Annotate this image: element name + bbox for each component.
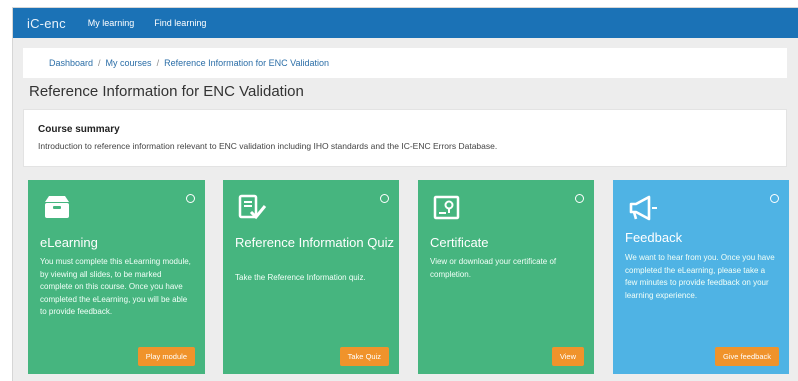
view-certificate-button[interactable]: View — [551, 347, 584, 366]
inbox-tray-icon — [42, 194, 72, 225]
brand-logo[interactable]: iC-enc — [27, 16, 66, 31]
card-elearning[interactable]: eLearning You must complete this eLearni… — [28, 180, 205, 374]
card-elearning-description: You must complete this eLearning module,… — [40, 257, 191, 316]
breadcrumb-my-courses[interactable]: My courses — [106, 58, 152, 68]
card-elearning-title: eLearning — [40, 235, 98, 250]
completion-status-icon — [380, 194, 389, 203]
card-quiz-description: Take the Reference Information quiz. — [235, 273, 366, 282]
completion-status-icon — [186, 194, 195, 203]
checklist-icon — [237, 194, 267, 227]
card-quiz[interactable]: Reference Information Quiz Take the Refe… — [223, 180, 399, 374]
breadcrumb-separator: / — [156, 58, 160, 68]
breadcrumb-dashboard[interactable]: Dashboard — [49, 58, 93, 68]
play-module-button[interactable]: Play module — [137, 347, 195, 366]
breadcrumb-separator: / — [98, 58, 101, 68]
completion-status-icon — [575, 194, 584, 203]
completion-status-icon — [770, 194, 779, 203]
page-frame: iC-enc My learning Find learning Dashboa… — [12, 7, 798, 381]
card-feedback-title: Feedback — [625, 230, 683, 245]
course-summary-text: Introduction to reference information re… — [38, 141, 498, 151]
breadcrumb: Dashboard / My courses / Reference Infor… — [23, 48, 787, 78]
card-feedback[interactable]: Feedback We want to hear from you. Once … — [613, 180, 789, 374]
megaphone-icon — [627, 194, 661, 227]
top-navbar: iC-enc My learning Find learning — [13, 8, 798, 38]
give-feedback-button[interactable]: Give feedback — [715, 347, 779, 366]
card-certificate[interactable]: Certificate View or download your certif… — [418, 180, 594, 374]
card-certificate-description: View or download your certificate of com… — [430, 257, 557, 279]
nav-my-learning[interactable]: My learning — [88, 18, 135, 28]
take-quiz-button[interactable]: Take Quiz — [339, 347, 389, 366]
certificate-icon — [432, 194, 462, 227]
card-certificate-title: Certificate — [430, 235, 489, 250]
breadcrumb-current-course[interactable]: Reference Information for ENC Validation — [164, 58, 329, 68]
card-quiz-title: Reference Information Quiz — [235, 235, 394, 250]
course-summary-heading: Course summary — [38, 124, 120, 135]
card-feedback-description: We want to hear from you. Once you have … — [625, 253, 775, 300]
page-title: Reference Information for ENC Validation — [29, 83, 304, 100]
course-summary-panel: Course summary Introduction to reference… — [23, 109, 787, 167]
nav-find-learning[interactable]: Find learning — [154, 18, 206, 28]
